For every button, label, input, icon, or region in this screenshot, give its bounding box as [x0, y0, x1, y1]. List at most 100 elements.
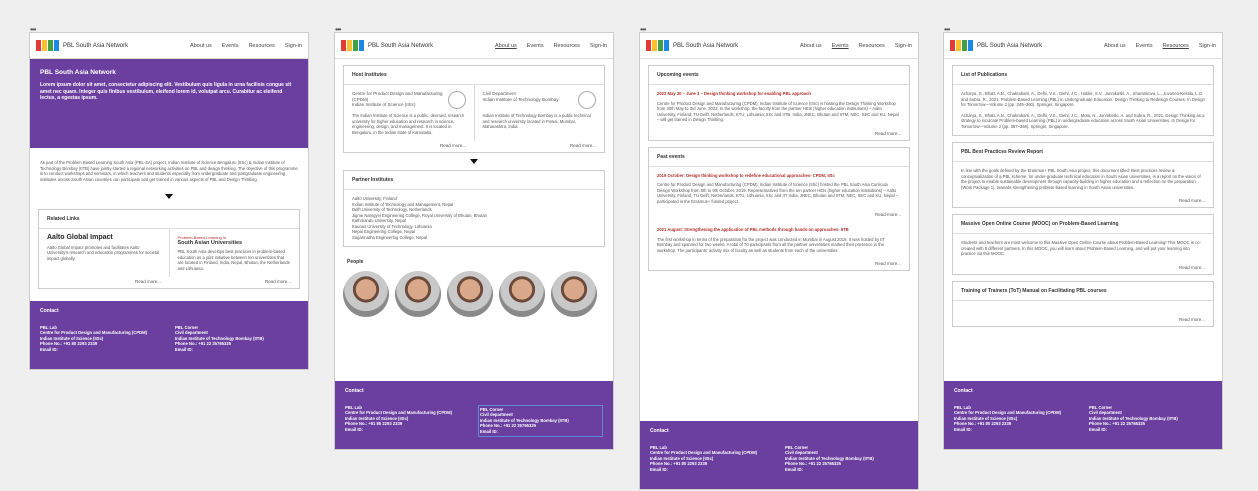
read-more-link[interactable]: Read more... — [169, 277, 299, 288]
aalto-logo: Aalto Global Impact — [47, 234, 113, 242]
nav-bar: PBL South Asia Network About us Events Res… — [30, 33, 308, 59]
upcoming-event: 2022 May 30 – June 3 – Design thinking w… — [649, 85, 909, 129]
contact-footer: Contact PBL Lab Centre for Product Design… — [640, 421, 918, 489]
host2-text: Indian Institute of Technology Bombay is… — [482, 113, 591, 129]
read-more-link[interactable]: Read more... — [953, 315, 1213, 326]
down-arrow-icon[interactable] — [165, 194, 173, 200]
nav-resources[interactable]: Resources — [554, 43, 580, 49]
pbl-logo-icon[interactable] — [950, 40, 973, 51]
aalto-link[interactable]: Aalto Global Impact Aalto Global Impact … — [39, 229, 170, 278]
partner-item: Sagarmatha Engineering College, Nepal — [352, 234, 427, 240]
nav-signin[interactable]: Sign-in — [1199, 43, 1216, 49]
contact-footer: Contact PBL Lab Centre for Product Design… — [944, 381, 1222, 449]
iitb-emblem-icon — [578, 91, 596, 109]
tot-title: Training of Trainers (ToT) Manual on Fac… — [953, 282, 1213, 301]
event-title[interactable]: 2021 August: Strengthening the applicati… — [657, 227, 901, 233]
contact-email: Email ID: — [954, 426, 972, 432]
contact-title: Contact — [345, 388, 364, 394]
brand-name[interactable]: PBL South Asia Network — [977, 43, 1104, 49]
down-arrow-icon[interactable] — [470, 159, 478, 164]
partner-title: Partner Institutes — [344, 171, 604, 190]
nav-signin[interactable]: Sign-in — [285, 43, 302, 49]
person-photo — [551, 271, 597, 317]
contact-title: Contact — [650, 428, 669, 434]
upcoming-title: Upcoming events — [649, 66, 909, 85]
host-iitb: Civil Department Indian Institute of Tech… — [475, 85, 605, 141]
contact-line: Centre for Product Design and Manufactur… — [345, 410, 453, 416]
nav-resources[interactable]: Resources — [1163, 43, 1189, 49]
pbl-text: PBL South Asia develops best practices i… — [177, 249, 290, 271]
person-card[interactable] — [447, 271, 495, 317]
pbl-logo-icon[interactable] — [341, 40, 364, 51]
contact-line: Centre for Product Design and Manufactur… — [40, 330, 148, 336]
host1-text: The Indian Institute of Science is a pub… — [352, 113, 465, 135]
event-title[interactable]: 2022 May 30 – June 3 – Design thinking w… — [657, 91, 901, 97]
contact-email: Email ID: — [785, 466, 803, 472]
mooc-title: Massive Open Online Course (MOOC) on Pro… — [953, 215, 1213, 234]
people-title: People — [347, 259, 364, 265]
nav-events[interactable]: Events — [222, 43, 239, 49]
host1-inst: Indian Institute of Science (IISc) — [352, 102, 416, 107]
contact-title: Contact — [40, 308, 59, 314]
publication-item[interactable]: Acharya, S., Bhatt, A.N., Chakrabarti, A… — [961, 91, 1205, 108]
read-more-link[interactable]: Read more... — [953, 263, 1213, 274]
contact-email: Email ID: — [345, 426, 363, 432]
person-photo — [447, 271, 493, 317]
nav-bar: PBL South Asia Network About us Events Res… — [640, 33, 918, 59]
read-more-link[interactable]: Read more... — [649, 259, 909, 270]
nav-about[interactable]: About us — [800, 43, 822, 49]
pbl-sa-link[interactable]: Problem-Based Learning in South Asian Un… — [170, 229, 300, 277]
read-more-link[interactable]: Read more... — [953, 196, 1213, 207]
mooc-text: Students and teachers are most welcome t… — [961, 240, 1201, 256]
contact-line: Centre for Product Design and Manufactur… — [954, 410, 1062, 416]
event-text: Centre for Product Design and Manufactur… — [657, 182, 899, 204]
person-card[interactable] — [395, 271, 443, 317]
contact-email: Email ID: — [650, 466, 668, 472]
nav-events[interactable]: Events — [832, 43, 849, 49]
event-text: Centre for Product Design and Manufactur… — [657, 100, 899, 123]
read-more-link[interactable]: Read more... — [474, 141, 604, 152]
related-links: Related Links Aalto Global Impact Aalto … — [38, 209, 300, 290]
read-more-link[interactable]: Read more... — [39, 277, 169, 288]
nav-about[interactable]: About us — [1104, 43, 1126, 49]
nav-events[interactable]: Events — [1136, 43, 1153, 49]
contact-email: Email ID: — [1089, 426, 1107, 432]
nav-resources[interactable]: Resources — [859, 43, 885, 49]
publication-list: Acharya, S., Bhatt, A.N., Chakrabarti, A… — [953, 85, 1213, 135]
person-card[interactable] — [551, 271, 599, 317]
host2-inst: Indian Institute of Technology Bombay — [482, 96, 559, 102]
host-institutes: Host Institutes Centre for Product Desig… — [343, 65, 605, 153]
nav-resources[interactable]: Resources — [249, 43, 275, 49]
nav-bar: PBL South Asia Network About us Events Res… — [944, 33, 1222, 59]
brand-name[interactable]: PBL South Asia Network — [368, 43, 495, 49]
contact-footer: Contact PBL Lab Centre for Product Design… — [335, 381, 613, 449]
nav-about[interactable]: About us — [495, 43, 517, 49]
contact-email: Email ID: — [480, 428, 498, 434]
past-event: 2021 August: Strengthening the applicati… — [649, 221, 909, 259]
person-card[interactable] — [499, 271, 547, 317]
publications: List of Publications Acharya, S., Bhatt,… — [952, 65, 1214, 136]
host1-name: Centre for Product Design and Manufactur… — [352, 91, 443, 102]
event-title[interactable]: 2019 October: Design thinking workshop t… — [657, 173, 901, 179]
nav-events[interactable]: Events — [527, 43, 544, 49]
read-more-link[interactable]: Read more... — [649, 129, 909, 140]
brand-name[interactable]: PBL South Asia Network — [63, 43, 190, 49]
pbl-logo-icon[interactable] — [36, 40, 59, 51]
read-more-link[interactable]: Read more... — [344, 141, 474, 152]
person-card[interactable] — [343, 271, 391, 317]
nav-signin[interactable]: Sign-in — [590, 43, 607, 49]
brand-name[interactable]: PBL South Asia Network — [673, 43, 800, 49]
contact-footer: Contact PBL Lab Centre for Product Design… — [30, 301, 308, 369]
partner-institutes: Partner Institutes Aalto University, Fin… — [343, 170, 605, 247]
hero-title: PBL South Asia Network — [40, 69, 116, 76]
publication-item[interactable]: Acharya, S., Bhatt, A.N., Chakrabarti, A… — [961, 113, 1205, 130]
home-page: PBL South Asia Network About us Events Res… — [29, 32, 309, 370]
upcoming-events: Upcoming events 2022 May 30 – June 3 – D… — [648, 65, 910, 141]
pbl-logo-icon[interactable] — [646, 40, 669, 51]
hero-banner: PBL South Asia Network Lorem ipsum dolor… — [30, 59, 308, 148]
contact-line: Centre for Product Design and Manufactur… — [650, 450, 758, 456]
nav-signin[interactable]: Sign-in — [895, 43, 912, 49]
intro-text: As part of the Problem Based Learning So… — [40, 160, 298, 182]
nav-about[interactable]: About us — [190, 43, 212, 49]
read-more-link[interactable]: Read more... — [649, 210, 909, 221]
